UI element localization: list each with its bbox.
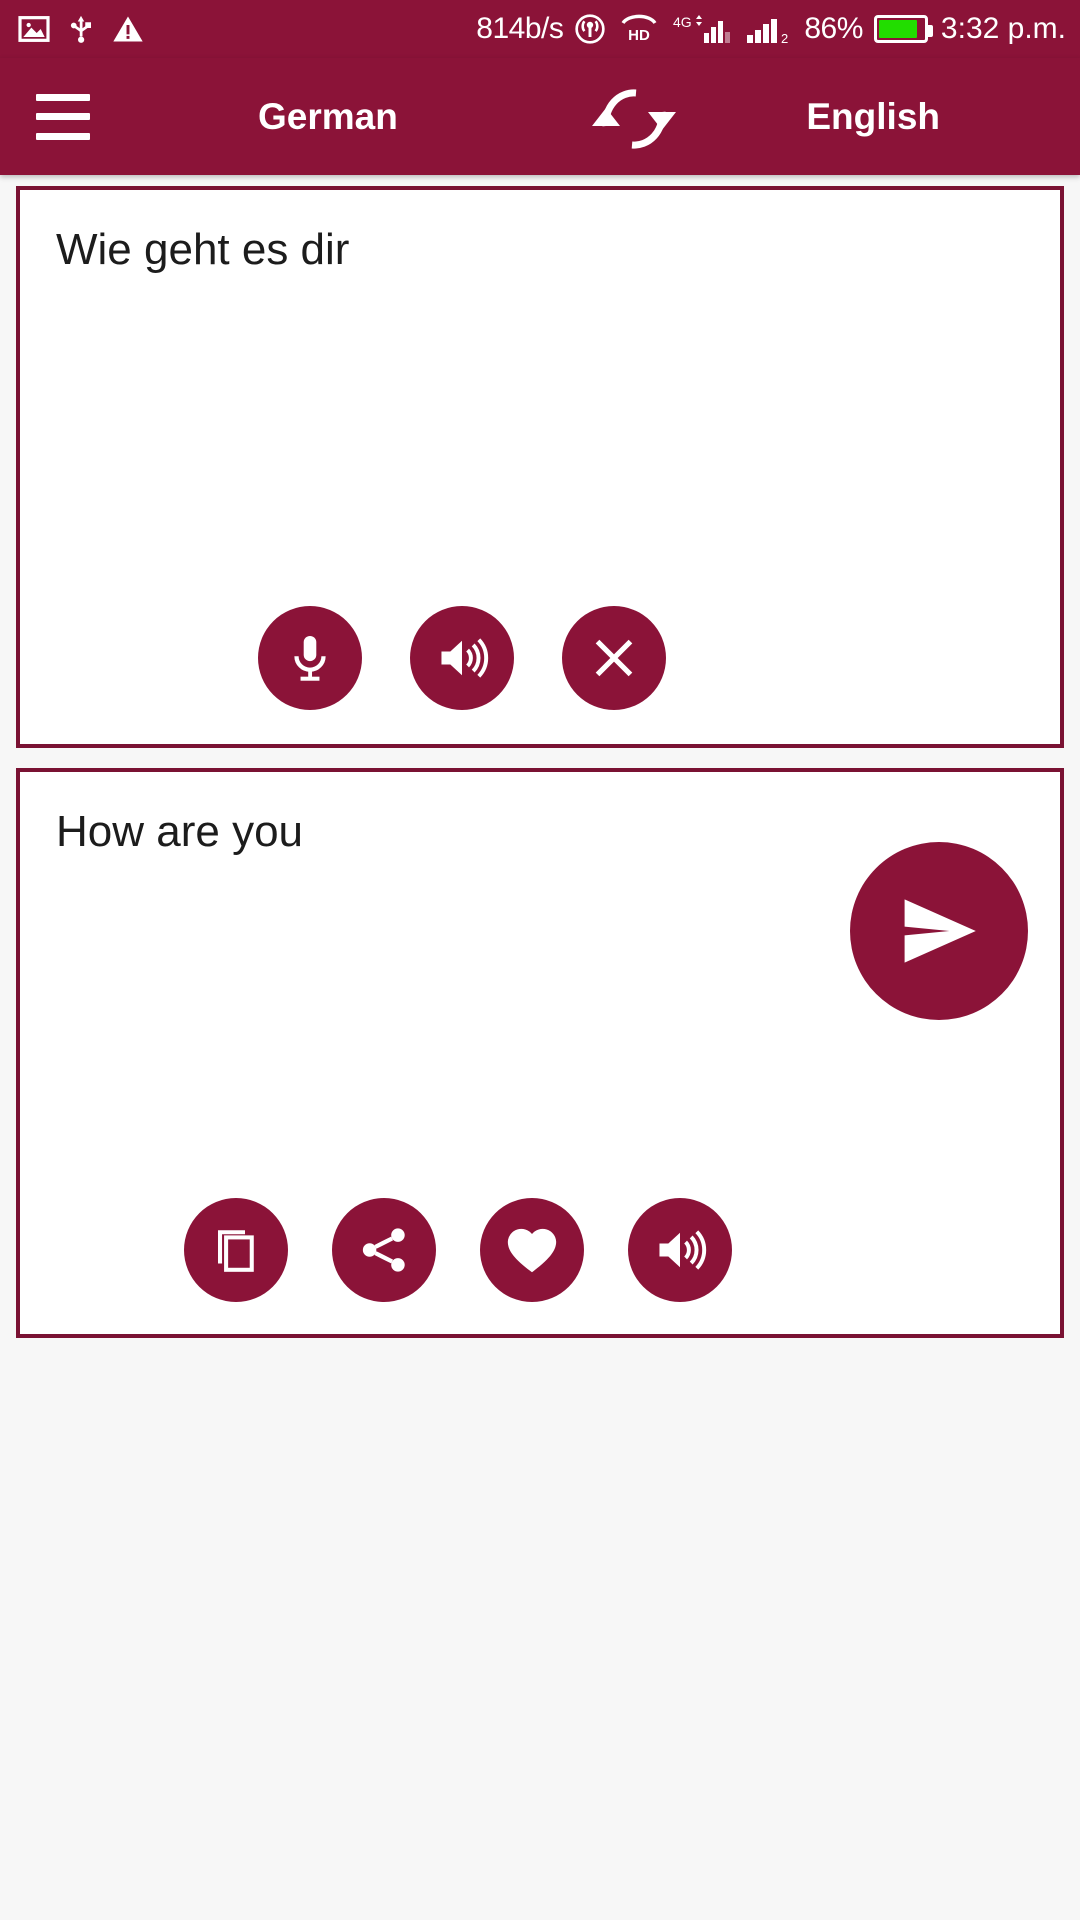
hotspot-icon <box>574 13 606 45</box>
status-bar-left-icons <box>18 13 144 45</box>
swap-languages-icon[interactable] <box>584 84 684 154</box>
usb-icon <box>66 13 96 45</box>
source-speaker-button[interactable] <box>410 606 514 710</box>
image-icon <box>18 13 50 45</box>
svg-text:HD: HD <box>629 27 651 44</box>
source-text-card[interactable]: Wie geht es dir <box>16 186 1064 748</box>
target-speaker-button[interactable] <box>628 1198 732 1302</box>
clear-text-button[interactable] <box>562 606 666 710</box>
signal-bars-sim2-icon: 2 <box>745 13 793 45</box>
close-icon <box>588 632 640 684</box>
status-bar-right-cluster: 814b/s HD 4G 2 86% 3:32 p.m. <box>476 0 1066 58</box>
svg-text:4G: 4G <box>673 14 692 30</box>
menu-bar-1 <box>36 93 90 101</box>
battery-fill <box>878 20 917 38</box>
microphone-button[interactable] <box>258 606 362 710</box>
speaker-icon <box>434 630 490 686</box>
network-speed-label: 814b/s <box>476 12 564 45</box>
favorite-button[interactable] <box>480 1198 584 1302</box>
heart-icon <box>503 1221 561 1279</box>
send-icon <box>891 883 987 979</box>
battery-percent-label: 86% <box>804 12 863 45</box>
battery-icon <box>873 15 933 43</box>
translated-text: How are you <box>56 807 304 856</box>
copy-button[interactable] <box>184 1198 288 1302</box>
send-translate-button[interactable] <box>850 842 1028 1020</box>
status-bar: 814b/s HD 4G 2 86% 3:32 p.m. <box>0 0 1080 58</box>
translator-app-screen: 814b/s HD 4G 2 86% 3:32 p.m. German Engl… <box>0 0 1080 1920</box>
app-header: German English <box>0 58 1080 175</box>
copy-icon <box>209 1223 263 1277</box>
source-language-button[interactable]: German <box>258 96 398 138</box>
source-text-input[interactable]: Wie geht es dir <box>56 222 1024 277</box>
microphone-icon <box>283 631 337 685</box>
speaker-icon <box>652 1222 708 1278</box>
warning-icon <box>112 13 144 45</box>
translation-action-row <box>20 1198 1060 1302</box>
source-action-row <box>20 606 1060 710</box>
share-icon <box>357 1223 411 1277</box>
svg-text:2: 2 <box>781 31 788 45</box>
hd-icon: HD <box>617 14 661 44</box>
clock-label: 3:32 p.m. <box>940 12 1066 45</box>
signal-bars-sim1-icon: 4G <box>672 13 734 45</box>
menu-bar-2 <box>36 113 90 120</box>
target-language-button[interactable]: English <box>806 96 940 138</box>
share-button[interactable] <box>332 1198 436 1302</box>
hamburger-menu-icon[interactable] <box>36 93 90 140</box>
menu-bar-3 <box>36 132 90 140</box>
